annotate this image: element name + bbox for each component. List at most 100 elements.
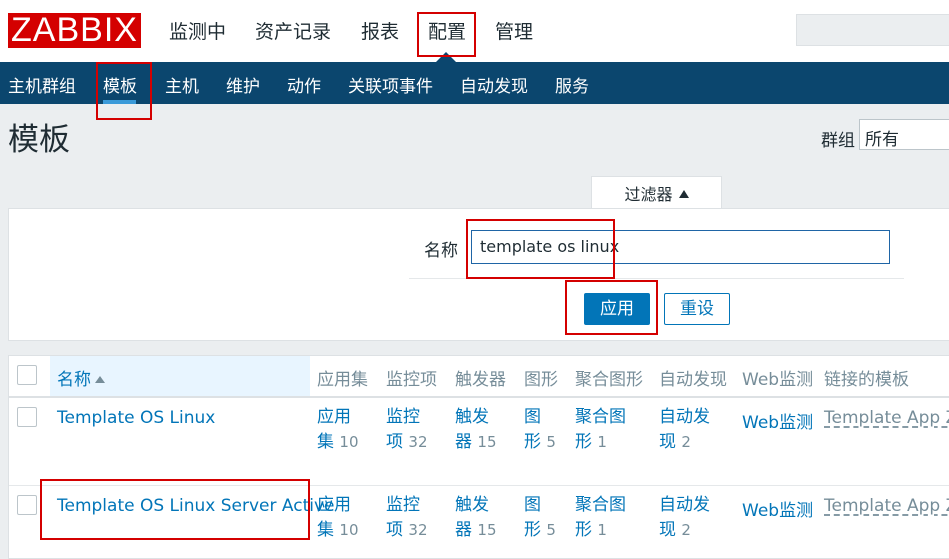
column-screens: 聚合图形 bbox=[575, 370, 643, 390]
column-graphs: 图形 bbox=[524, 370, 558, 390]
column-applications: 应用集 bbox=[317, 370, 368, 390]
select-all-checkbox[interactable] bbox=[17, 365, 37, 385]
applications-link[interactable]: 应用集 10 bbox=[317, 405, 359, 455]
submenu-maintenance[interactable]: 维护 bbox=[226, 72, 260, 97]
screens-link[interactable]: 聚合图形 1 bbox=[575, 405, 626, 455]
row-divider bbox=[9, 485, 949, 486]
sub-menu-bar: 主机群组 模板 主机 维护 动作 关联项事件 自动发现 服务 bbox=[0, 62, 949, 104]
submenu-templates[interactable]: 模板 bbox=[103, 72, 137, 97]
screens-link-text: 形 bbox=[575, 520, 592, 540]
web-link[interactable]: Web监测 bbox=[742, 408, 813, 433]
items-count: 32 bbox=[408, 433, 428, 451]
triggers-link-text: 器 bbox=[455, 520, 472, 540]
discovery-link-text: 现 bbox=[659, 432, 676, 452]
discovery-link-text: 自动发 bbox=[659, 495, 710, 515]
column-name[interactable]: 名称 bbox=[57, 365, 105, 390]
triggers-link-text: 器 bbox=[455, 432, 472, 452]
template-name-link[interactable]: Template OS Linux Server Active bbox=[57, 496, 335, 516]
triggers-link-text: 触发 bbox=[455, 495, 489, 515]
column-discovery: 自动发现 bbox=[659, 370, 727, 390]
applications-link-text: 集 bbox=[317, 520, 334, 540]
graphs-link-text: 图 bbox=[524, 495, 541, 515]
filter-tab[interactable]: 过滤器 bbox=[591, 176, 722, 210]
sort-asc-icon bbox=[95, 376, 105, 383]
column-name-label: 名称 bbox=[57, 370, 91, 390]
page-title: 模板 bbox=[8, 122, 70, 158]
applications-link-text: 应用 bbox=[317, 407, 351, 427]
submenu-discovery[interactable]: 自动发现 bbox=[460, 72, 528, 97]
active-menu-caret bbox=[436, 52, 456, 62]
discovery-link-text: 现 bbox=[659, 520, 676, 540]
group-select[interactable]: 所有 bbox=[859, 119, 949, 150]
submenu-correlation[interactable]: 关联项事件 bbox=[348, 72, 433, 97]
filter-name-input[interactable]: template os linux bbox=[471, 230, 890, 264]
applications-count: 10 bbox=[339, 521, 359, 539]
triggers-link[interactable]: 触发器 15 bbox=[455, 405, 497, 455]
applications-link-text: 应用 bbox=[317, 495, 351, 515]
applications-count: 10 bbox=[339, 433, 359, 451]
submenu-services[interactable]: 服务 bbox=[555, 72, 589, 97]
menu-configuration[interactable]: 配置 bbox=[428, 17, 466, 44]
template-name-link[interactable]: Template OS Linux bbox=[57, 408, 215, 428]
web-link[interactable]: Web监测 bbox=[742, 496, 813, 521]
graphs-link[interactable]: 图形 5 bbox=[524, 493, 556, 543]
screens-link-text: 形 bbox=[575, 432, 592, 452]
header-divider bbox=[9, 396, 949, 398]
linked-template[interactable]: Template App Za bbox=[824, 408, 949, 428]
graphs-count: 5 bbox=[546, 433, 556, 451]
triggers-count: 15 bbox=[477, 521, 497, 539]
reset-button[interactable]: 重设 bbox=[664, 293, 730, 325]
triggers-link[interactable]: 触发器 15 bbox=[455, 493, 497, 543]
menu-reports[interactable]: 报表 bbox=[361, 17, 399, 44]
screens-link-text: 聚合图 bbox=[575, 407, 626, 427]
filter-separator bbox=[409, 278, 904, 279]
graphs-link-text: 形 bbox=[524, 520, 541, 540]
items-link-text: 项 bbox=[386, 520, 403, 540]
menu-administration[interactable]: 管理 bbox=[495, 17, 533, 44]
filter-name-label: 名称 bbox=[424, 241, 458, 261]
items-link-text: 监控 bbox=[386, 407, 420, 427]
applications-link[interactable]: 应用集 10 bbox=[317, 493, 359, 543]
items-link-text: 监控 bbox=[386, 495, 420, 515]
column-linked-templates: 链接的模板 bbox=[824, 370, 909, 390]
global-search-input[interactable] bbox=[796, 14, 949, 46]
triggers-link-text: 触发 bbox=[455, 407, 489, 427]
graphs-count: 5 bbox=[546, 521, 556, 539]
graphs-link-text: 图 bbox=[524, 407, 541, 427]
active-submenu-indicator bbox=[103, 100, 136, 104]
top-bar: ZABBIX 监测中 资产记录 报表 配置 管理 bbox=[0, 0, 949, 62]
filter-panel bbox=[8, 208, 949, 341]
collapse-up-icon bbox=[678, 190, 689, 198]
discovery-link-text: 自动发 bbox=[659, 407, 710, 427]
items-count: 32 bbox=[408, 521, 428, 539]
linked-template[interactable]: Template App Za bbox=[824, 496, 949, 516]
screens-link-text: 聚合图 bbox=[575, 495, 626, 515]
menu-monitoring[interactable]: 监测中 bbox=[169, 17, 226, 44]
screens-count: 1 bbox=[597, 433, 607, 451]
graphs-link-text: 形 bbox=[524, 432, 541, 452]
screens-count: 1 bbox=[597, 521, 607, 539]
items-link[interactable]: 监控项 32 bbox=[386, 405, 428, 455]
triggers-count: 15 bbox=[477, 433, 497, 451]
discovery-link[interactable]: 自动发现 2 bbox=[659, 405, 710, 455]
filter-tab-label: 过滤器 bbox=[624, 185, 673, 204]
submenu-actions[interactable]: 动作 bbox=[287, 72, 321, 97]
items-link-text: 项 bbox=[386, 432, 403, 452]
group-label: 群组 bbox=[821, 131, 855, 151]
graphs-link[interactable]: 图形 5 bbox=[524, 405, 556, 455]
applications-link-text: 集 bbox=[317, 432, 334, 452]
discovery-count: 2 bbox=[681, 433, 691, 451]
row-checkbox[interactable] bbox=[17, 407, 37, 427]
screens-link[interactable]: 聚合图形 1 bbox=[575, 493, 626, 543]
submenu-hosts[interactable]: 主机 bbox=[165, 72, 199, 97]
row-checkbox[interactable] bbox=[17, 495, 37, 515]
column-items: 监控项 bbox=[386, 370, 437, 390]
discovery-link[interactable]: 自动发现 2 bbox=[659, 493, 710, 543]
apply-button[interactable]: 应用 bbox=[584, 293, 650, 325]
menu-inventory[interactable]: 资产记录 bbox=[255, 17, 331, 44]
items-link[interactable]: 监控项 32 bbox=[386, 493, 428, 543]
zabbix-logo[interactable]: ZABBIX bbox=[8, 13, 141, 48]
submenu-host-groups[interactable]: 主机群组 bbox=[8, 72, 76, 97]
discovery-count: 2 bbox=[681, 521, 691, 539]
column-web: Web监测 bbox=[742, 370, 814, 390]
